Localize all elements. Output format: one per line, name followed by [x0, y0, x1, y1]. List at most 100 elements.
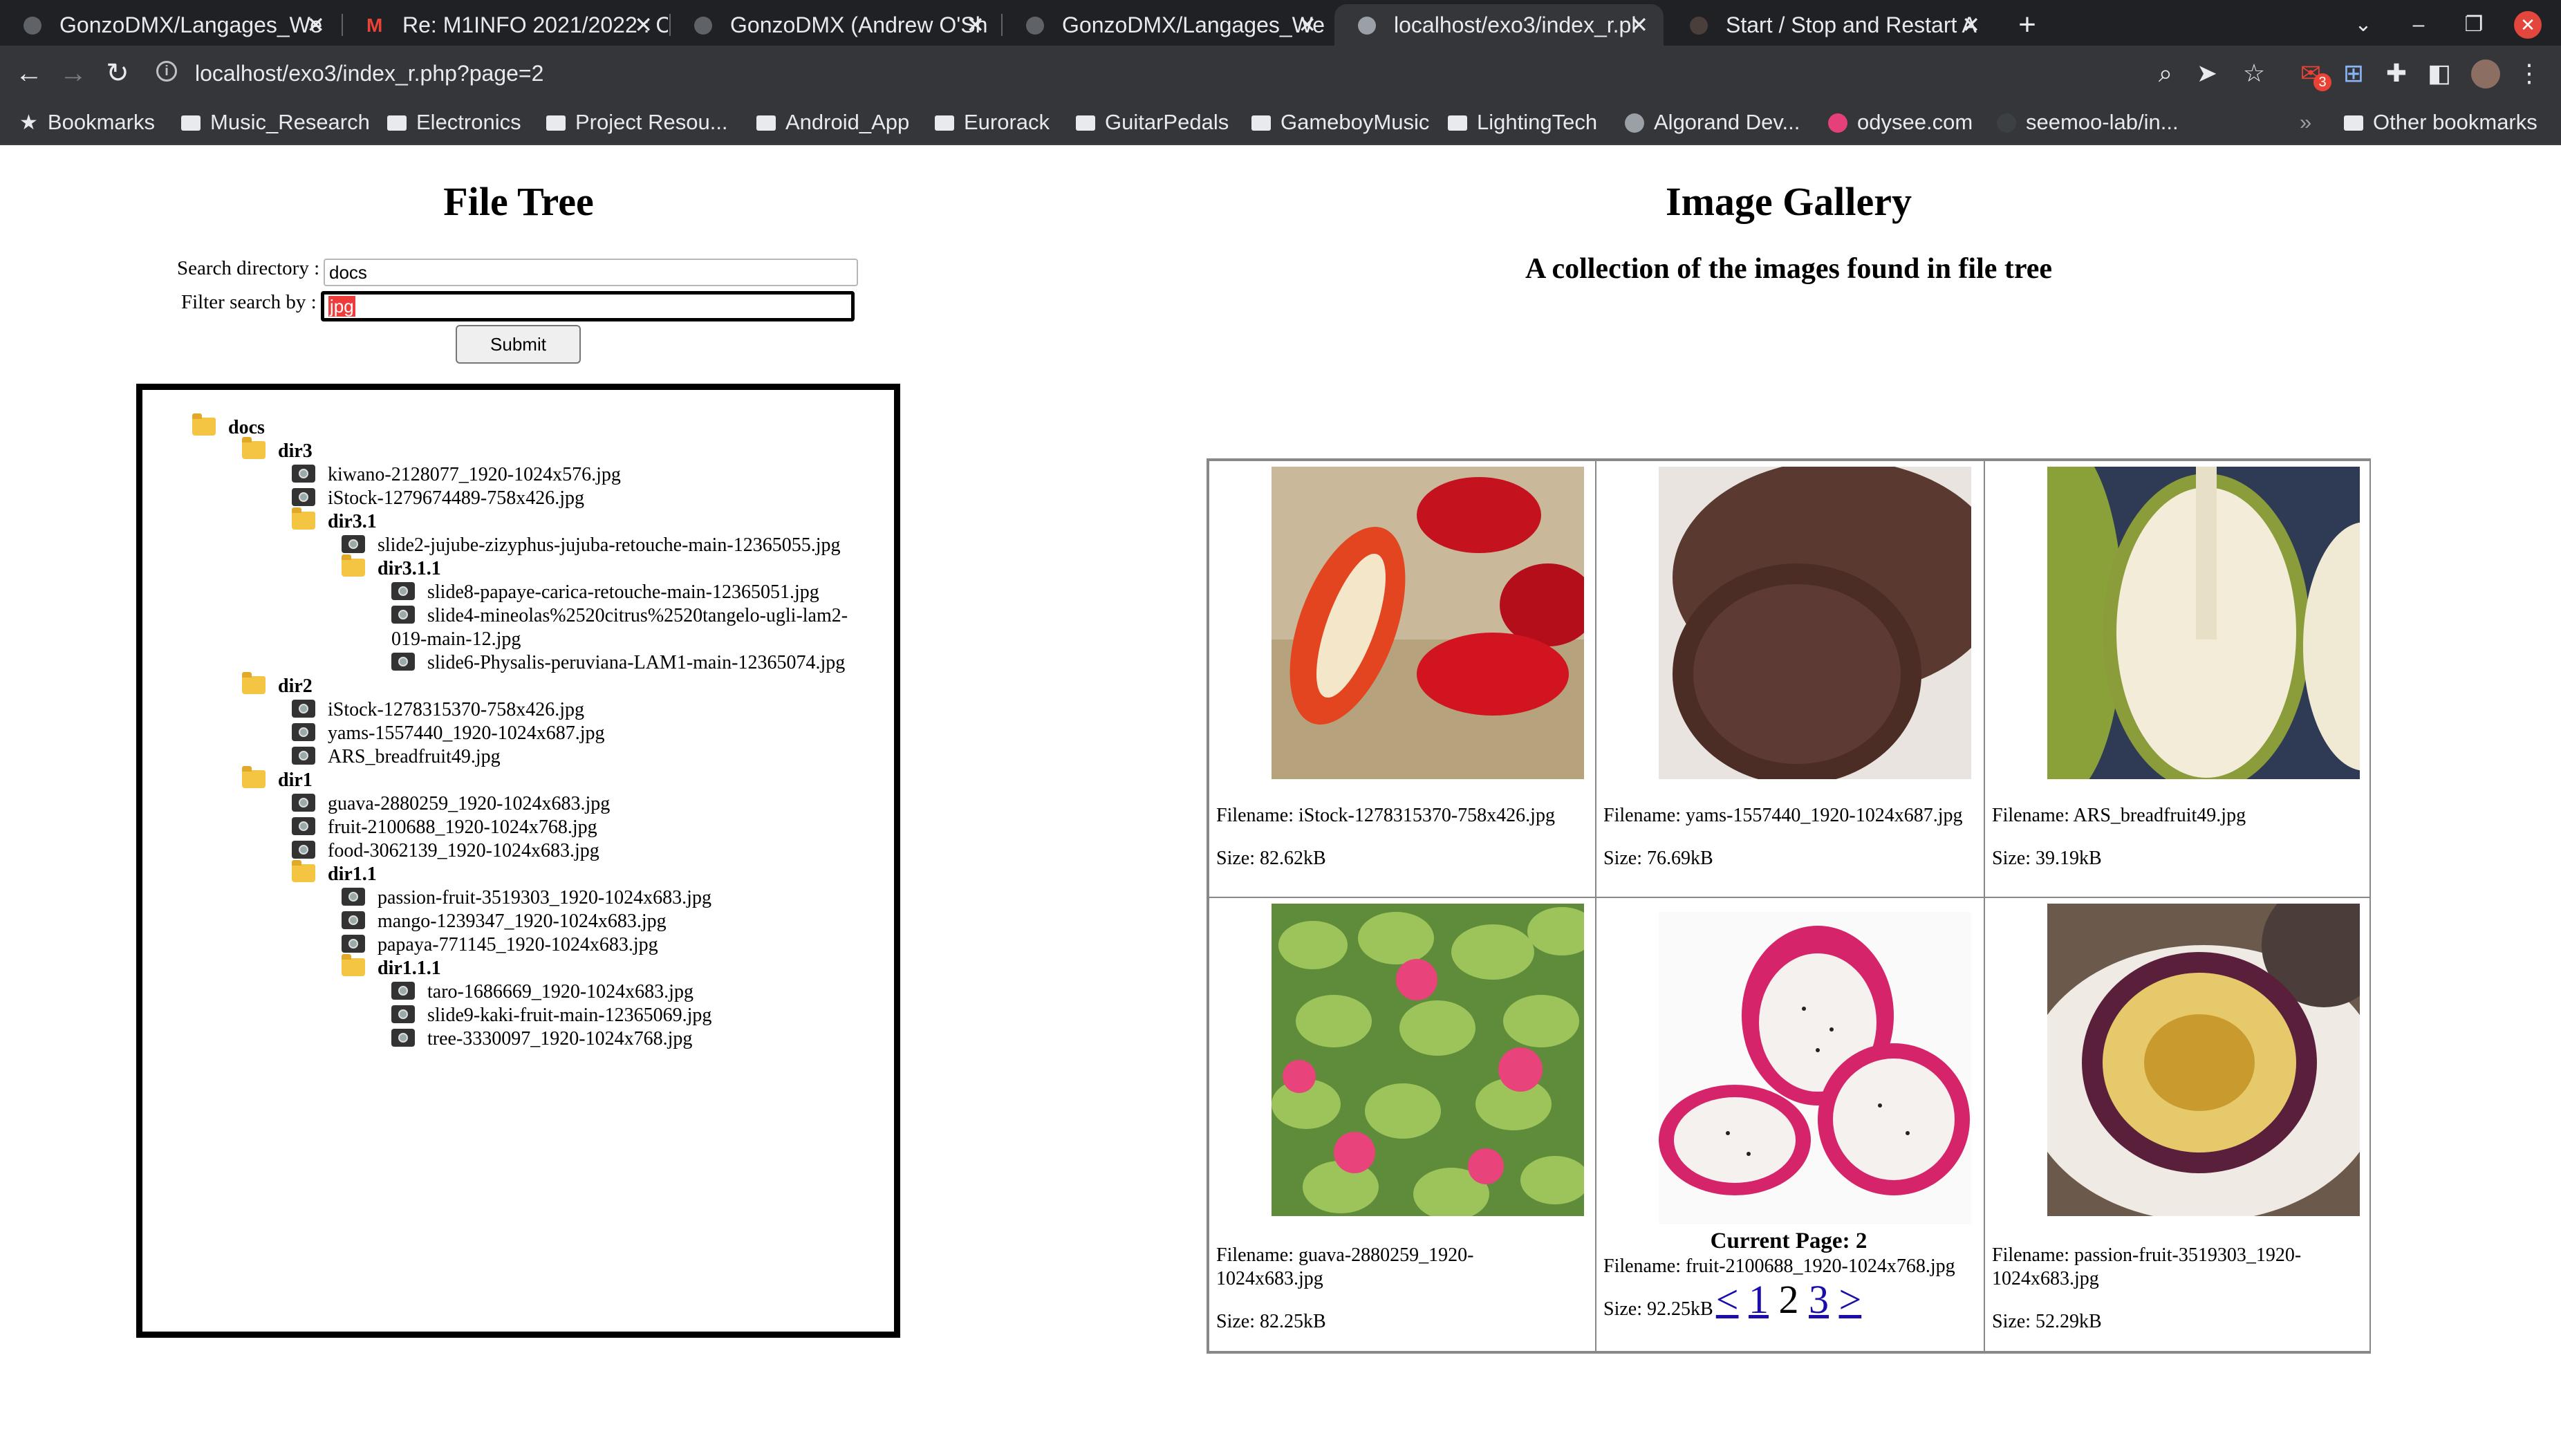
bookmark-folder[interactable]: GuitarPedals	[1076, 101, 1229, 144]
close-tab-icon[interactable]: ✕	[1962, 4, 1980, 46]
tree-folder[interactable]: dir3.1.1	[342, 554, 441, 581]
site-info-icon[interactable]: i	[156, 61, 177, 82]
yam-photo[interactable]	[1659, 467, 1971, 779]
tree-folder-docs[interactable]: docs	[192, 413, 265, 440]
tab-title: Re: M1INFO 2021/2022 : C	[402, 12, 668, 37]
gallery-subtitle: A collection of the images found in file…	[1525, 253, 2053, 285]
bookmark-folder[interactable]: Electronics	[387, 101, 521, 144]
page-3-link[interactable]: 3	[1809, 1277, 1829, 1322]
submit-button[interactable]: Submit	[456, 325, 581, 364]
bookmark-folder[interactable]: Project Resou...	[546, 101, 728, 144]
zoom-icon[interactable]: ⌕	[2146, 54, 2185, 93]
camera-icon	[292, 841, 315, 859]
tree-file[interactable]: slide4-mineolas%2520citrus%2520tangelo-u…	[391, 604, 848, 628]
tree-label: slide9-kaki-fruit-main-12365069.jpg	[427, 1005, 712, 1026]
bookmark-item[interactable]: seemoo-lab/in...	[1997, 101, 2179, 144]
tree-file[interactable]: kiwano-2128077_1920-1024x576.jpg	[292, 463, 621, 487]
tree-file[interactable]: tree-3330097_1920-1024x768.jpg	[391, 1027, 692, 1051]
tree-file[interactable]: fruit-2100688_1920-1024x768.jpg	[292, 816, 597, 839]
browser-tab[interactable]: GonzoDMX/Langages_We ✕	[1003, 4, 1332, 46]
folder-icon	[1251, 115, 1271, 131]
close-window-button[interactable]: ✕	[2514, 11, 2542, 39]
gallery-cell: Filename: guava-2880259_1920- 1024x683.j…	[1208, 897, 1596, 1352]
tree-file[interactable]: slide2-jujube-zizyphus-jujuba-retouche-m…	[342, 534, 840, 557]
breadfruit-photo[interactable]	[2047, 467, 2360, 779]
close-tab-icon[interactable]: ✕	[306, 4, 325, 46]
reload-icon[interactable]: ↻	[98, 54, 137, 93]
forward-icon[interactable]: →	[54, 54, 93, 93]
tree-label: dir3.1	[328, 511, 377, 532]
tree-file[interactable]: iStock-1278315370-758x426.jpg	[292, 698, 584, 722]
passionfruit-photo[interactable]	[2047, 904, 2360, 1216]
tree-file[interactable]: yams-1557440_1920-1024x687.jpg	[292, 722, 605, 745]
tree-file[interactable]: taro-1686669_1920-1024x683.jpg	[391, 980, 693, 1004]
minimize-button[interactable]: –	[2399, 4, 2438, 46]
tree-folder[interactable]: dir1.1	[292, 860, 377, 886]
browser-tab[interactable]: M Re: M1INFO 2021/2022 : C ✕	[343, 4, 668, 46]
github-icon	[1997, 113, 2016, 133]
close-tab-icon[interactable]: ✕	[966, 4, 985, 46]
bookmark-folder[interactable]: LightingTech	[1448, 101, 1597, 144]
bookmark-folder[interactable]: GameboyMusic	[1251, 101, 1429, 144]
bookmark-item[interactable]: ★ Bookmarks	[19, 101, 155, 144]
bookmark-label: LightingTech	[1477, 110, 1598, 134]
image-filename: Filename: iStock-1278315370-758x426.jpg	[1216, 805, 1555, 826]
bookmark-label: GameboyMusic	[1280, 110, 1430, 134]
menu-kebab-icon[interactable]: ⋮	[2510, 54, 2549, 93]
tree-file[interactable]: guava-2880259_1920-1024x683.jpg	[292, 792, 610, 816]
side-panel-icon[interactable]: ◧	[2420, 54, 2459, 93]
tree-folder[interactable]: dir2	[242, 672, 313, 698]
tree-folder[interactable]: dir3	[242, 437, 313, 463]
tree-file[interactable]: passion-fruit-3519303_1920-1024x683.jpg	[342, 886, 711, 910]
tree-file[interactable]: mango-1239347_1920-1024x683.jpg	[342, 910, 667, 933]
tree-file[interactable]: ARS_breadfruit49.jpg	[292, 745, 501, 769]
browser-tab[interactable]: GonzoDMX/Langages_We ✕	[0, 4, 340, 46]
bookmark-folder[interactable]: Music_Research	[181, 101, 370, 144]
tree-file[interactable]: iStock-1279674489-758x426.jpg	[292, 487, 584, 510]
tree-folder[interactable]: dir1	[242, 766, 313, 792]
extensions-puzzle-icon[interactable]: ✚	[2377, 54, 2416, 93]
bookmark-star-icon[interactable]: ☆	[2235, 54, 2273, 93]
tree-file[interactable]: slide6-Physalis-peruviana-LAM1-main-1236…	[391, 651, 845, 675]
bookmark-folder[interactable]: Android_App	[756, 101, 909, 144]
tree-file[interactable]: papaya-771145_1920-1024x683.jpg	[342, 933, 658, 957]
tab-search-icon[interactable]: ⌄	[2344, 4, 2383, 46]
guava-photo[interactable]	[1272, 904, 1584, 1216]
bookmark-item[interactable]: Algorand Dev...	[1625, 101, 1800, 144]
prev-page-link[interactable]: <	[1716, 1277, 1739, 1322]
tree-label: slide8-papaye-carica-retouche-main-12365…	[427, 581, 819, 603]
next-page-link[interactable]: >	[1839, 1277, 1862, 1322]
translate-extension-icon[interactable]: ⊞	[2334, 54, 2373, 93]
close-tab-icon[interactable]: ✕	[1298, 4, 1316, 46]
restore-button[interactable]: ❐	[2455, 4, 2493, 46]
new-tab-button[interactable]: +	[2006, 4, 2048, 46]
close-tab-icon[interactable]: ✕	[634, 4, 653, 46]
dragonfruit-photo[interactable]	[1659, 912, 1971, 1224]
browser-tab-active[interactable]: localhost/exo3/index_r.pl ✕	[1334, 4, 1664, 46]
pagination: < 1 2 3 >	[1581, 1276, 1996, 1323]
rosehip-photo[interactable]	[1272, 467, 1584, 779]
search-directory-input[interactable]: docs	[324, 259, 858, 286]
bookmark-folder[interactable]: Eurorack	[935, 101, 1050, 144]
tree-file[interactable]: food-3062139_1920-1024x683.jpg	[292, 839, 599, 863]
bookmark-item[interactable]: odysee.com	[1828, 101, 1973, 144]
other-bookmarks-folder[interactable]: Other bookmarks	[2344, 101, 2537, 144]
browser-tab[interactable]: Start / Stop and Restart A ✕	[1666, 4, 1995, 46]
tree-folder[interactable]: dir3.1	[292, 507, 377, 534]
tree-folder[interactable]: dir1.1.1	[342, 954, 441, 980]
bookmark-label: Other bookmarks	[2373, 110, 2537, 134]
tree-file[interactable]: slide8-papaye-carica-retouche-main-12365…	[391, 581, 819, 604]
back-icon[interactable]: ←	[10, 54, 48, 93]
tree-label: passion-fruit-3519303_1920-1024x683.jpg	[378, 887, 711, 908]
bookmark-label: Music_Research	[210, 110, 370, 134]
browser-tab[interactable]: GonzoDMX (Andrew O'Sh ✕	[671, 4, 1000, 46]
filter-search-input[interactable]: jpg	[321, 291, 855, 321]
close-tab-icon[interactable]: ✕	[1630, 4, 1648, 46]
profile-avatar[interactable]	[2471, 59, 2500, 88]
send-icon[interactable]: ➤	[2188, 54, 2226, 93]
page-1-link[interactable]: 1	[1749, 1277, 1769, 1322]
address-bar[interactable]: localhost/exo3/index_r.php?page=2	[195, 54, 543, 93]
filter-search-label: Filter search by :	[181, 291, 317, 313]
tree-file[interactable]: slide9-kaki-fruit-main-12365069.jpg	[391, 1004, 711, 1027]
bookmarks-overflow-icon[interactable]: »	[2300, 101, 2311, 144]
